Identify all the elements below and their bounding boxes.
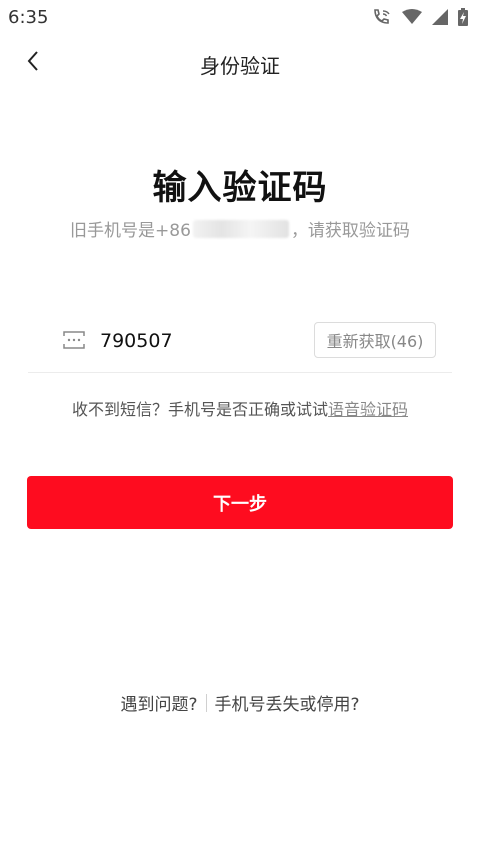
masked-phone-number [192, 219, 289, 238]
wifi-icon [402, 9, 422, 25]
next-step-button[interactable]: 下一步 [27, 476, 453, 529]
footer-links: 遇到问题? 手机号丢失或停用? [0, 690, 480, 715]
problem-link[interactable]: 遇到问题? [120, 690, 197, 715]
voice-code-link[interactable]: 语音验证码 [328, 400, 408, 419]
heading-enter-code: 输入验证码 [152, 168, 328, 208]
sms-hint: 收不到短信？手机号是否正确或试试语音验证码 [0, 396, 480, 420]
status-icons [372, 8, 468, 26]
signal-icon [432, 9, 448, 25]
status-time: 6:35 [8, 6, 49, 28]
sms-code-icon [62, 330, 86, 350]
subtitle-prefix: 旧手机号是+86 [70, 221, 191, 241]
code-input[interactable] [100, 326, 300, 356]
footer-divider [205, 693, 207, 712]
subtitle: 旧手机号是+86 ，请获取验证码 [0, 216, 480, 241]
wifi-call-icon [372, 8, 392, 26]
nav-bar: 身份验证 [0, 40, 480, 88]
code-row: 重新获取(46) [28, 318, 452, 373]
sms-hint-text: 收不到短信？手机号是否正确或试试 [71, 400, 328, 419]
resend-code-button[interactable]: 重新获取(46) [314, 322, 436, 358]
page-title: 身份验证 [200, 54, 280, 78]
subtitle-suffix: ，请获取验证码 [290, 221, 410, 241]
status-bar: 6:35 [0, 0, 480, 34]
battery-charging-icon [458, 8, 468, 26]
lost-phone-link[interactable]: 手机号丢失或停用? [215, 690, 360, 715]
